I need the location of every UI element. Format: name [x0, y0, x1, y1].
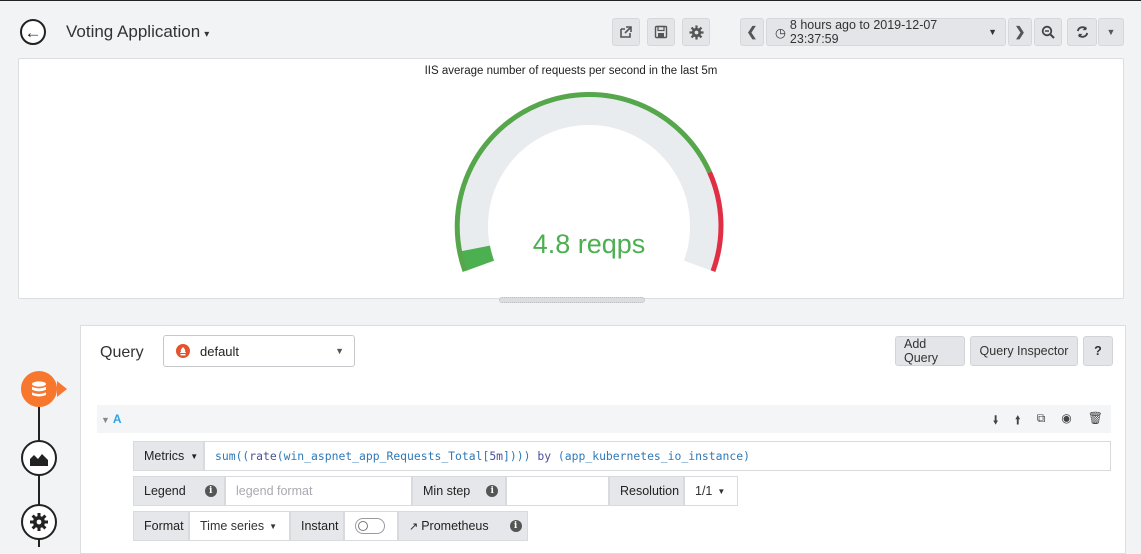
duplicate-icon[interactable]: ⧉ — [1037, 411, 1046, 432]
chevron-down-icon: ▾ — [204, 29, 210, 40]
legend-format-input[interactable]: legend format — [225, 476, 412, 506]
dashboard-title-button[interactable]: Voting Application ▾ — [66, 22, 209, 42]
save-icon — [654, 25, 668, 39]
share-button[interactable] — [612, 18, 640, 46]
time-range-picker[interactable]: ◷ 8 hours ago to 2019-12-07 23:37:59 ▼ — [766, 18, 1006, 46]
time-shift-back-button[interactable]: ❮ — [740, 18, 764, 46]
zoom-out-icon — [1041, 25, 1055, 39]
min-step-label-text: Min step — [423, 484, 471, 498]
save-button[interactable] — [647, 18, 675, 46]
zoom-out-button[interactable] — [1034, 18, 1062, 46]
chevron-down-icon: ▼ — [190, 451, 199, 461]
chevron-right-icon: ❯ — [1014, 24, 1026, 39]
prometheus-docs-link[interactable]: ↗ Prometheus i — [398, 511, 528, 541]
gear-icon — [688, 24, 704, 40]
format-select[interactable]: Time series ▼ — [189, 511, 290, 541]
gauge-chart — [454, 91, 724, 272]
help-button[interactable]: ? — [1083, 336, 1113, 366]
query-row-header[interactable]: ▼ A 🠛 🠙 ⧉ ◉ 🗑 — [97, 405, 1111, 433]
gear-icon — [30, 513, 48, 531]
eye-icon[interactable]: ◉ — [1061, 411, 1071, 432]
active-step-indicator — [57, 381, 67, 397]
visualization-tab[interactable] — [21, 440, 57, 476]
arrow-left-icon[interactable]: ← — [20, 19, 46, 45]
share-icon — [620, 26, 632, 38]
trash-icon[interactable]: 🗑 — [1088, 411, 1103, 432]
general-tab[interactable] — [21, 504, 57, 540]
query-inspector-button[interactable]: Query Inspector — [970, 336, 1078, 366]
add-query-button[interactable]: Add Query — [895, 336, 965, 366]
query-editor: Query default ▼ Add Query Query Inspecto… — [80, 325, 1126, 554]
queries-tab[interactable] — [21, 371, 57, 407]
legend-label-text: Legend — [144, 484, 186, 498]
resolution-value: 1/1 — [695, 484, 713, 498]
chevron-down-icon: ▼ — [101, 415, 110, 425]
refresh-icon — [1076, 26, 1088, 38]
refresh-interval-picker[interactable]: ▼ — [1098, 18, 1124, 46]
query-ref-toggle[interactable]: ▼ A — [101, 412, 121, 426]
gauge-value: 4.8 reqps — [532, 229, 646, 259]
database-icon — [32, 381, 46, 397]
metrics-label[interactable]: Metrics ▼ — [133, 441, 204, 471]
chevron-down-icon: ▼ — [269, 521, 278, 531]
query-section-label: Query — [100, 344, 144, 361]
resolution-label: Resolution — [609, 476, 684, 506]
query-row-actions: 🠛 🠙 ⧉ ◉ 🗑 — [993, 411, 1103, 432]
chevron-down-icon: ▼ — [1106, 27, 1116, 37]
move-down-icon[interactable]: 🠛 — [993, 411, 999, 432]
resolution-select[interactable]: 1/1 ▼ — [684, 476, 738, 506]
gauge-panel: IIS average number of requests per secon… — [18, 58, 1124, 303]
metrics-expression: sum((rate(win_aspnet_app_Requests_Total[… — [215, 449, 750, 463]
external-link-icon: ↗ — [409, 520, 419, 533]
prometheus-icon — [176, 344, 190, 358]
min-step-label: Min step i — [412, 476, 506, 506]
dashboard-title: Voting Application — [66, 22, 201, 41]
instant-label: Instant — [290, 511, 344, 541]
info-icon[interactable]: i — [486, 485, 499, 497]
legend-format-placeholder: legend format — [236, 484, 313, 498]
datasource-select[interactable]: default ▼ — [163, 335, 355, 367]
query-ref-label: A — [112, 412, 122, 426]
time-range-label: 8 hours ago to 2019-12-07 23:37:59 — [789, 18, 938, 46]
chart-area-icon — [30, 454, 48, 466]
legend-label: Legend i — [133, 476, 225, 506]
settings-button[interactable] — [682, 18, 710, 46]
move-up-icon[interactable]: 🠙 — [1015, 411, 1021, 432]
chevron-down-icon: ▼ — [335, 346, 344, 356]
dashboard-navbar: ← Voting Application ▾ ❮ ◷ 8 hours ago to… — [0, 0, 1141, 60]
prometheus-link-text: Prometheus — [421, 519, 489, 533]
format-value: Time series — [200, 519, 265, 533]
refresh-button[interactable] — [1067, 18, 1097, 46]
metrics-label-text: Metrics — [144, 449, 185, 463]
panel-resize-handle[interactable] — [499, 297, 645, 303]
chevron-down-icon: ▼ — [988, 27, 997, 37]
time-shift-forward-button[interactable]: ❯ — [1008, 18, 1032, 46]
format-label: Format — [133, 511, 189, 541]
min-step-input[interactable] — [506, 476, 609, 506]
metrics-query-input[interactable]: sum((rate(win_aspnet_app_Requests_Total[… — [204, 441, 1111, 471]
instant-toggle-field[interactable] — [344, 511, 398, 541]
chevron-left-icon: ❮ — [746, 24, 758, 39]
clock-icon: ◷ — [775, 25, 786, 40]
info-icon[interactable]: i — [509, 520, 522, 532]
info-icon[interactable]: i — [204, 485, 217, 497]
datasource-name: default — [200, 343, 240, 359]
instant-toggle[interactable] — [355, 518, 385, 534]
chevron-down-icon: ▼ — [717, 486, 726, 496]
